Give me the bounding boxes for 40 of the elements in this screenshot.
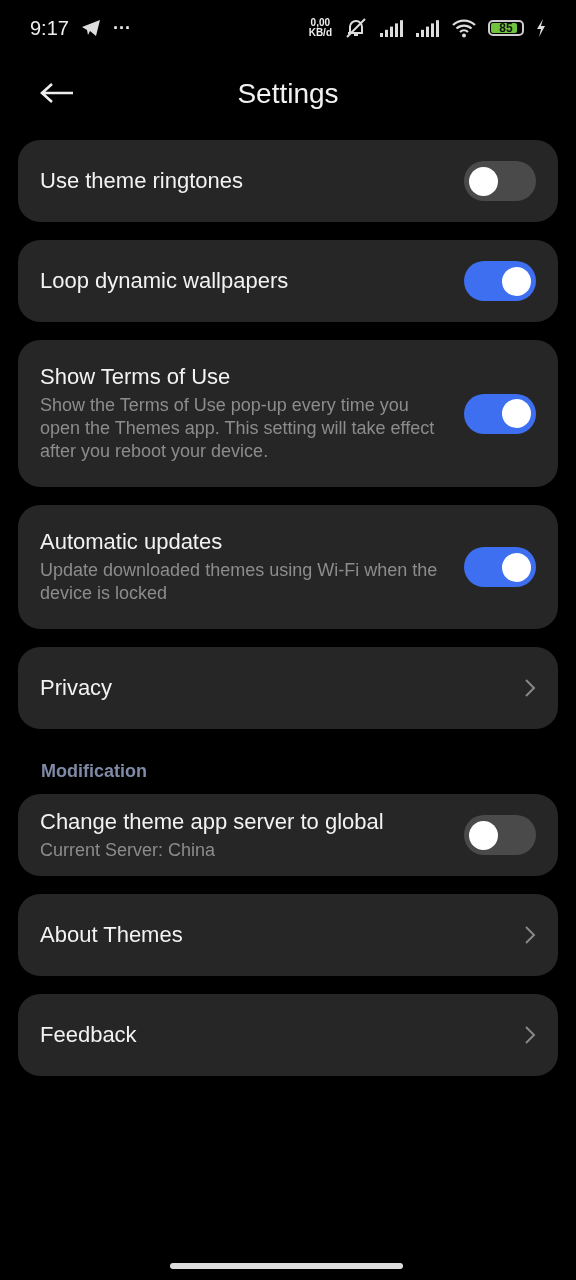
- settings-card[interactable]: About Themes: [18, 894, 558, 976]
- network-speed: 0,00 KB/d: [308, 18, 332, 38]
- setting-title: Change theme app server to global: [40, 808, 385, 835]
- signal-icon: [416, 19, 440, 37]
- more-indicator: ···: [112, 17, 131, 39]
- page-title: Settings: [237, 78, 339, 110]
- settings-card[interactable]: Automatic updates Update downloaded themes using Wi-Fi when the device is locked: [18, 505, 558, 629]
- paper-plane-icon: [80, 19, 101, 37]
- toggle-switch[interactable]: [464, 261, 536, 301]
- setting-title: Feedback: [40, 1022, 138, 1048]
- setting-title: Use theme ringtones: [40, 168, 244, 194]
- setting-title: Loop dynamic wallpapers: [40, 268, 290, 294]
- chevron-right-icon: [524, 925, 536, 945]
- settings-card[interactable]: Change theme app server to global Current Server: China: [18, 794, 558, 876]
- settings-card[interactable]: Privacy: [18, 647, 558, 729]
- chevron-right-icon: [524, 1025, 536, 1045]
- battery-icon: 85: [488, 20, 524, 36]
- charging-bolt-icon: [536, 19, 546, 37]
- settings-card[interactable]: Show Terms of Use Show the Terms of Use pop-up every time you open the Themes app. This setting will take effect after you reboot your device.: [18, 340, 558, 487]
- setting-description: Show the Terms of Use pop-up every time you open the Themes app. This setting will take effect after you reboot your device.: [40, 394, 436, 463]
- settings-card[interactable]: Feedback: [18, 994, 558, 1076]
- setting-title: Automatic updates: [40, 529, 224, 555]
- toggle-switch[interactable]: [464, 547, 536, 587]
- settings-card[interactable]: Use theme ringtones: [18, 140, 558, 222]
- toggle-switch[interactable]: [464, 815, 536, 855]
- setting-title: Privacy: [40, 675, 114, 701]
- setting-description: Current Server: China: [40, 838, 217, 862]
- status-time: 9:17: [30, 16, 69, 40]
- setting-title: About Themes: [40, 922, 184, 948]
- toggle-switch[interactable]: [464, 161, 536, 201]
- signal-icon: [380, 19, 404, 37]
- setting-title: Show Terms of Use: [40, 364, 232, 390]
- toggle-switch[interactable]: [464, 393, 536, 434]
- chevron-right-icon: [524, 678, 536, 698]
- back-arrow-icon[interactable]: [40, 82, 74, 104]
- wifi-icon: [452, 18, 476, 38]
- section-heading: Modification: [40, 760, 148, 782]
- settings-card[interactable]: Loop dynamic wallpapers: [18, 240, 558, 322]
- muted-bell-icon: [344, 17, 368, 39]
- setting-description: Update downloaded themes using Wi-Fi when the device is locked: [40, 559, 439, 605]
